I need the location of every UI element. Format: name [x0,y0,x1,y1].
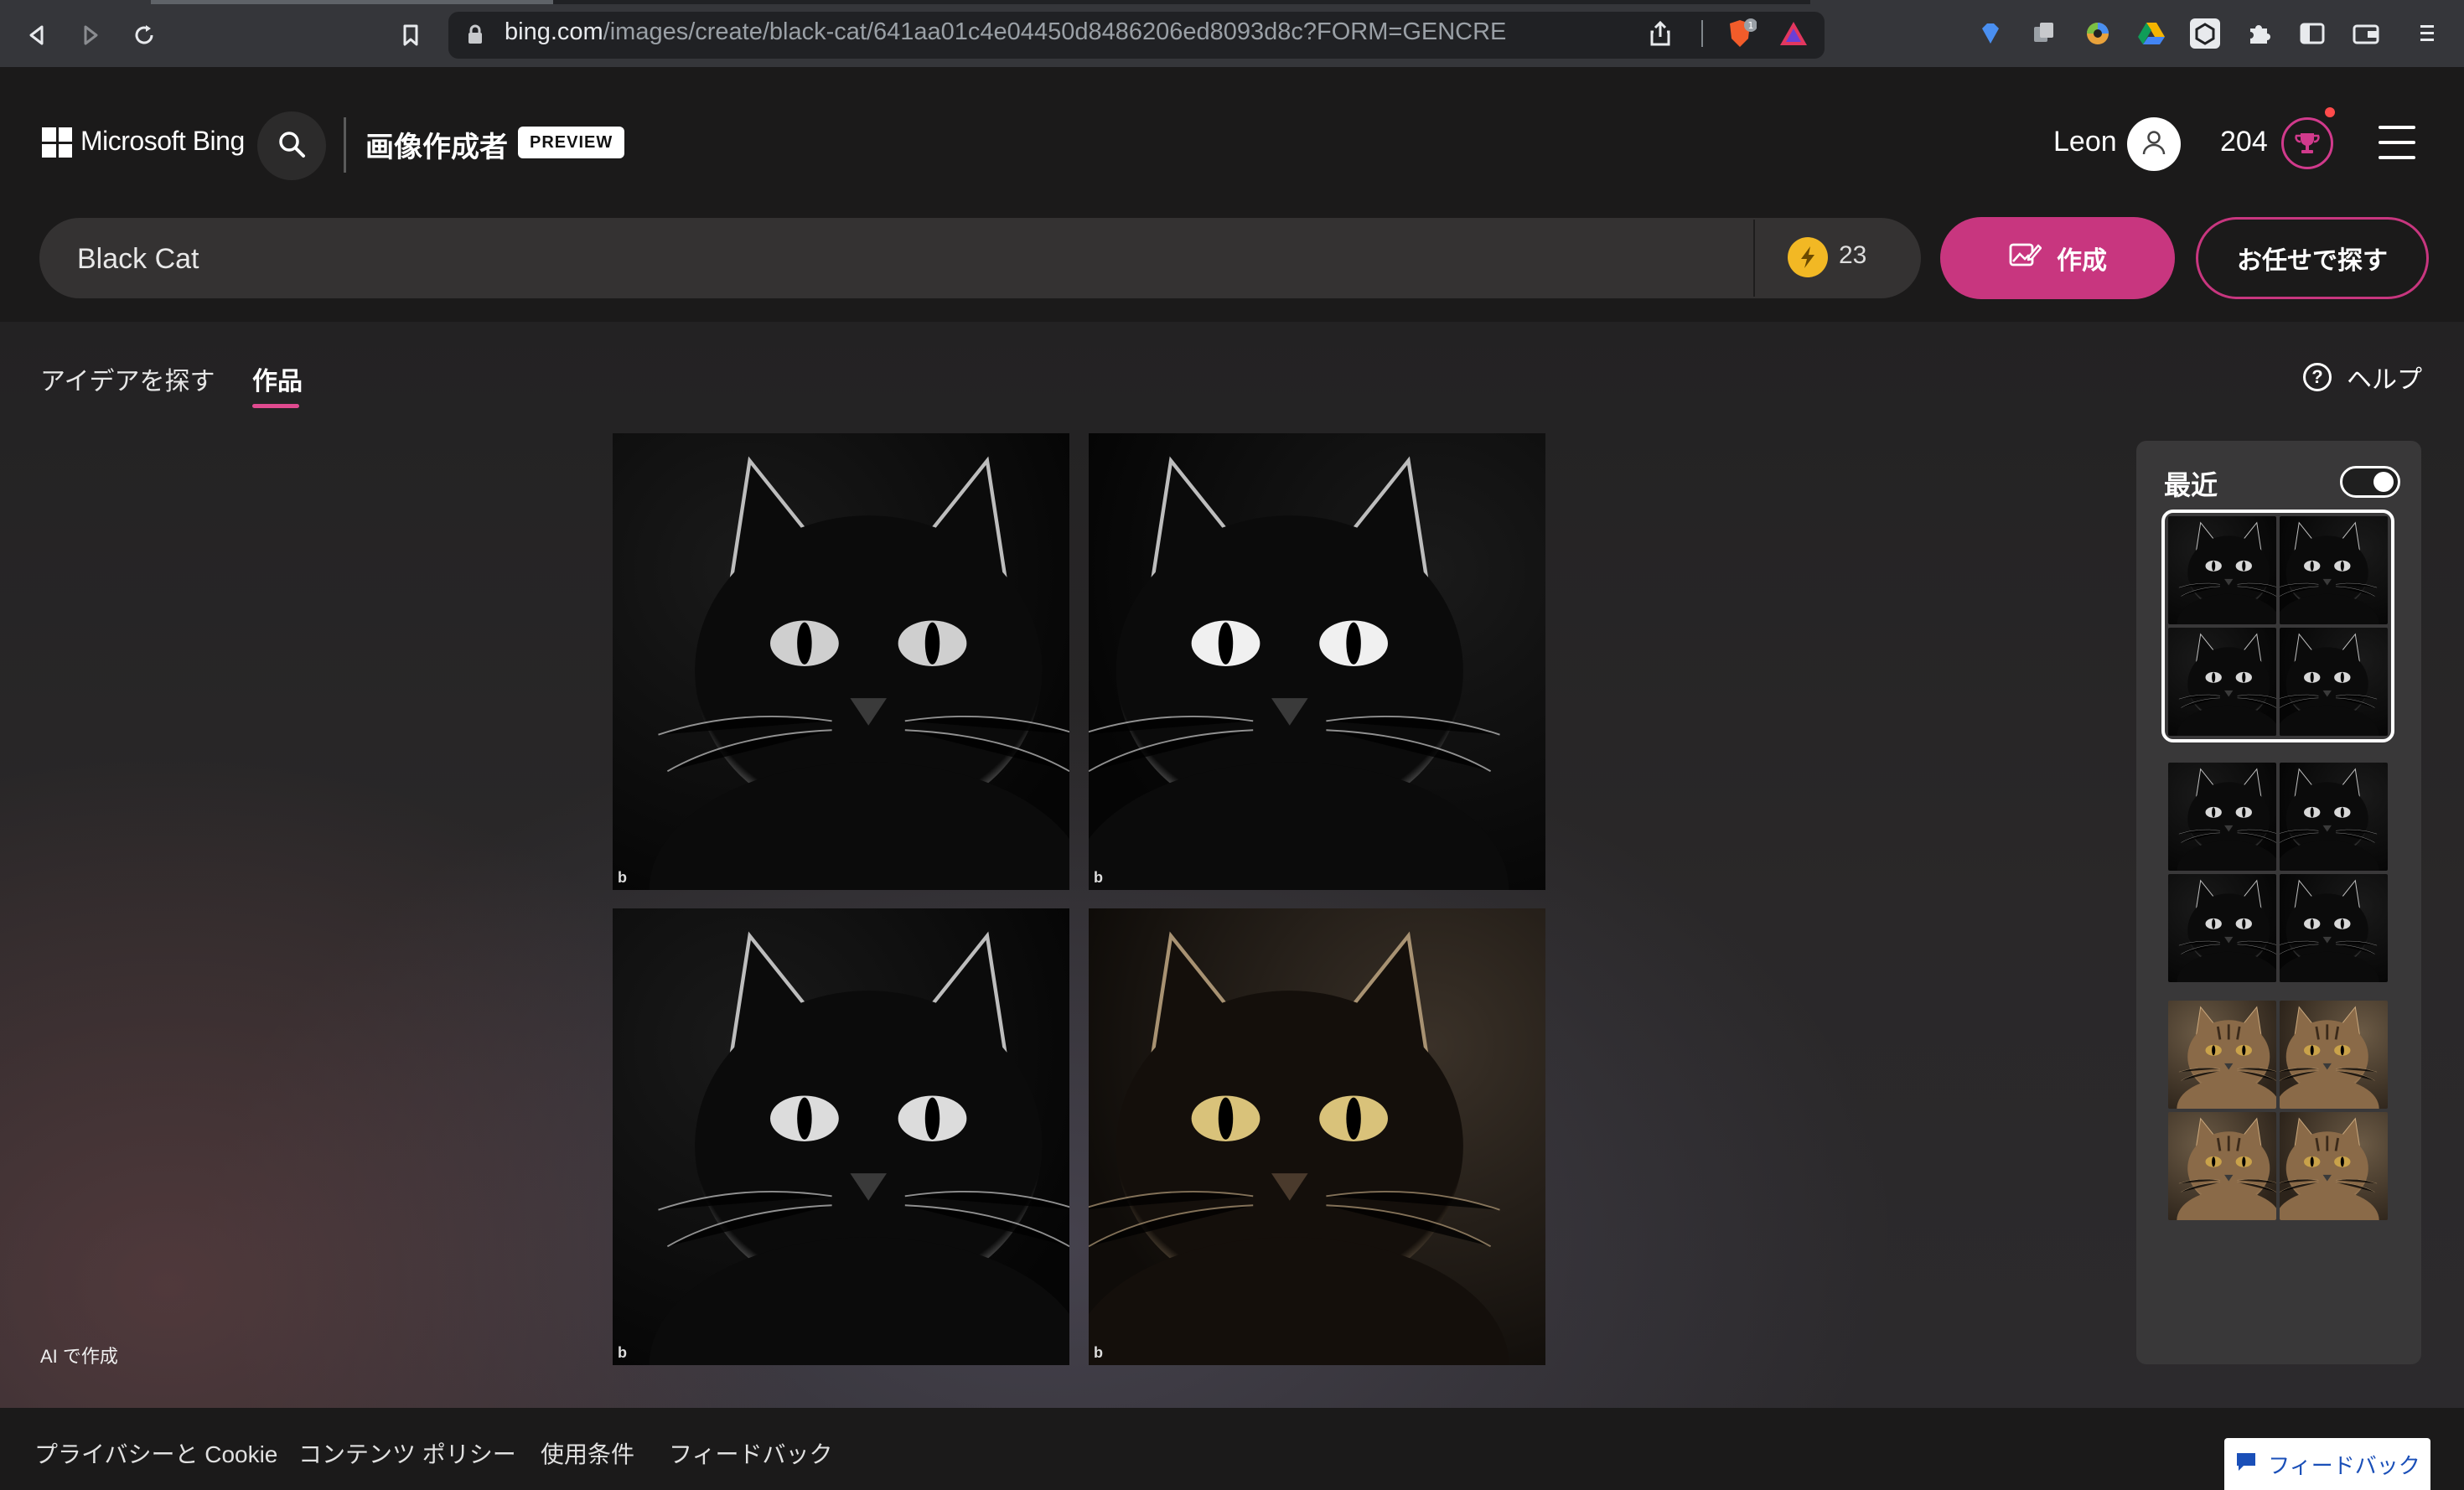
prompt-divider [1753,220,1755,297]
recent-thumbnail-image [2280,763,2388,871]
sidebar-toggle-icon[interactable] [2297,18,2327,49]
bookmark-icon[interactable] [391,15,431,55]
trophy-icon[interactable] [2281,117,2333,169]
bing-watermark-icon: b [618,1344,627,1361]
surprise-me-button[interactable]: お任せで探す [2196,217,2429,299]
back-icon[interactable] [17,15,57,55]
recent-thumbnail-image [2280,628,2388,736]
toggle-knob [2373,472,2394,492]
active-tab-indicator [252,404,299,408]
footer-link-terms[interactable]: 使用条件 [541,1436,634,1470]
url-text[interactable]: bing.com/images/create/black-cat/641aa01… [505,18,1506,46]
footer-link-feedback[interactable]: フィードバック [669,1436,832,1470]
reload-icon[interactable] [124,15,164,55]
share-icon[interactable] [1648,20,1673,51]
person-icon [2140,128,2168,161]
wallet-icon[interactable] [2351,18,2381,49]
footer-link-content-policy[interactable]: コンテンツ ポリシー [298,1436,516,1470]
recent-toggle[interactable] [2340,466,2400,498]
extension-color-icon[interactable] [2083,18,2113,49]
brand-name[interactable]: Microsoft Bing [80,126,245,157]
help-label: ヘルプ [2347,366,2422,394]
recent-thumbnail-image [2168,628,2276,736]
omnibox-divider [1701,20,1703,47]
chat-bubble-icon [2234,1451,2258,1478]
generated-image[interactable]: b [1089,433,1545,890]
extension-box-icon[interactable] [2190,18,2220,49]
ai-created-label: AI で作成 [40,1346,118,1367]
bing-watermark-icon: b [1094,1344,1103,1361]
hamburger-menu-icon[interactable] [2379,126,2415,159]
url-path: /images/create/black-cat/641aa01c4e04450… [603,18,1507,45]
recent-thumbnail-image [2168,516,2276,624]
recent-thumbnail-image [2168,1112,2276,1220]
recent-thumbnail-image [2280,516,2388,624]
create-image-icon [2008,240,2042,277]
feedback-tab[interactable]: フィードバック [2224,1438,2430,1490]
user-name[interactable]: Leon [2053,126,2117,158]
search-button[interactable] [257,111,326,180]
notification-dot [2325,107,2335,117]
user-avatar[interactable] [2127,117,2181,171]
recent-title: 最近 [2164,470,2218,500]
recent-set-thumbnail[interactable] [2168,1001,2388,1220]
recent-thumbnail-image [2168,1001,2276,1109]
google-drive-icon[interactable] [2136,18,2166,49]
svg-text:1: 1 [1748,20,1754,31]
browser-menu-icon[interactable] [2412,18,2442,49]
help-icon: ? [2303,363,2332,391]
microsoft-logo-icon[interactable] [42,127,72,158]
recent-thumbnail-image [2280,1001,2388,1109]
header-divider [344,117,346,173]
extension-gem-icon[interactable] [1975,18,2006,49]
boost-icon[interactable] [1788,237,1828,277]
tab-strip [553,0,1810,4]
recent-set-thumbnail[interactable] [2168,763,2388,982]
extension-copy-icon[interactable] [2029,18,2059,49]
bing-watermark-icon: b [618,869,627,886]
generated-image[interactable]: b [1089,908,1545,1365]
recent-thumbnail-image [2280,1112,2388,1220]
feedback-tab-label: フィードバック [2268,1452,2420,1478]
page-title: 画像作成者 [365,132,508,163]
footer-link-privacy[interactable]: プライバシーと Cookie [34,1436,277,1470]
help-link[interactable]: ? ヘルプ [2303,359,2422,396]
forward-icon[interactable] [70,15,111,55]
bing-watermark-icon: b [1094,869,1103,886]
create-button[interactable]: 作成 [1940,217,2175,299]
generated-image[interactable]: b [613,433,1069,890]
tab-explore-ideas[interactable]: アイデアを探す [40,360,215,397]
prompt-input[interactable] [75,236,1738,282]
search-icon [276,128,308,164]
lock-icon [466,23,484,49]
url-host: bing.com [505,18,603,45]
generated-image[interactable]: b [613,908,1069,1365]
extensions-puzzle-icon[interactable] [2244,18,2274,49]
tab-creations[interactable]: 作品 [252,360,303,397]
brave-shield-icon[interactable]: 1 [1723,17,1757,54]
recent-thumbnail-image [2168,763,2276,871]
preview-badge: PREVIEW [518,127,625,158]
brave-rewards-icon[interactable] [1777,17,1810,54]
recent-thumbnail-image [2168,874,2276,982]
rewards-points[interactable]: 204 [2220,126,2268,158]
recent-thumbnail-image [2280,874,2388,982]
create-button-label: 作成 [2057,247,2107,275]
tab-strip [151,0,553,4]
recent-set-thumbnail[interactable] [2161,510,2394,742]
boost-count: 23 [1839,241,1867,269]
